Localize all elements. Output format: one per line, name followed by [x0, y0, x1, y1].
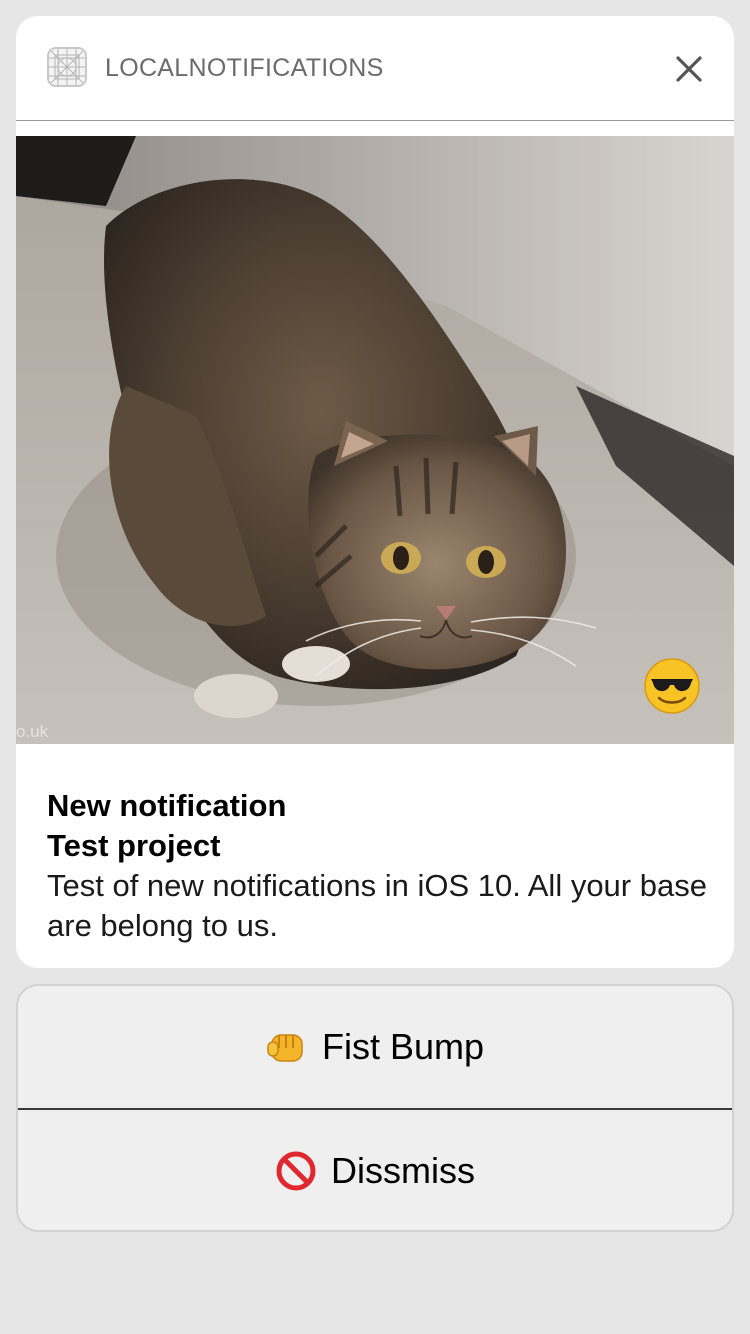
notification-subtitle: Test project — [47, 828, 221, 863]
cat-photo-icon — [16, 136, 734, 744]
notification-content: New notification Test project Test of ne… — [47, 786, 707, 946]
notification-header: LOCALNOTIFICATIONS — [16, 16, 734, 120]
fist-bump-label: Fist Bump — [321, 1026, 485, 1067]
app-icon — [47, 47, 87, 87]
sunglasses-emoji-icon — [643, 657, 701, 715]
fist-bump-button[interactable]: Fist Bump — [18, 986, 732, 1108]
action-panel: Fist Bump Dissmiss — [16, 984, 734, 1232]
app-name: LOCALNOTIFICATIONS — [105, 54, 384, 82]
close-button[interactable] — [669, 49, 709, 89]
prohibited-emoji-icon — [275, 1150, 317, 1192]
notification-body: Test of new notifications in iOS 10. All… — [47, 868, 707, 943]
header-divider — [16, 120, 734, 121]
fist-bump-emoji-icon — [266, 1026, 308, 1068]
notification-title: New notification — [47, 788, 287, 823]
notification-image: o.uk — [16, 136, 734, 744]
notification-card: LOCALNOTIFICATIONS o.uk New notification… — [16, 16, 734, 968]
dismiss-label: Dissmiss — [331, 1150, 475, 1191]
image-watermark: o.uk — [16, 722, 49, 741]
dismiss-button[interactable]: Dissmiss — [18, 1110, 732, 1230]
close-icon — [676, 56, 702, 82]
